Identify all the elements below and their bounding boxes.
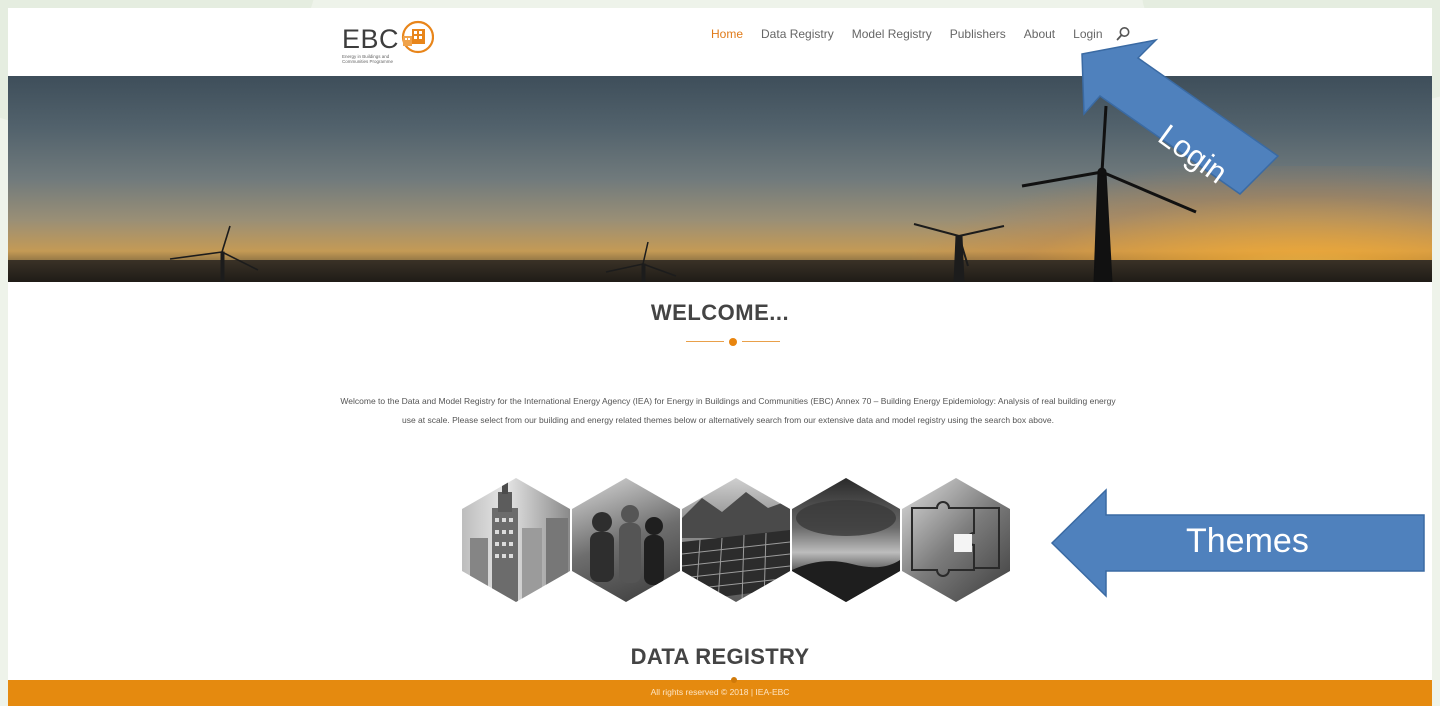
logo-wordmark: EBC [342,24,400,54]
storm-cloud-icon [792,500,900,602]
wind-turbine [169,225,259,282]
themes-gallery [462,478,1062,602]
building-logo-icon [401,20,434,54]
puzzle-icon [911,501,1000,577]
theme-buildings[interactable] [462,478,570,602]
welcome-text: Welcome to the Data and Model Registry f… [340,396,1116,425]
login-annotation-arrow: Login [1066,36,1286,196]
theme-solar[interactable] [682,478,790,602]
wind-turbine [605,241,677,282]
themes-annotation-arrow: Themes [1050,488,1430,598]
footer-copyright: All rights reserved © 2018 | IEA-EBC [650,687,790,697]
logo-subtitle: Energy in Buildings and Communities Prog… [342,54,394,64]
ebc-logo[interactable]: EBC Energy in Buildings and Communities … [342,20,452,72]
city-skyline-icon [470,482,568,602]
themes-annotation-label: Themes [1186,522,1309,560]
solar-panel-icon [682,492,790,602]
welcome-heading: WELCOME... [650,300,790,325]
data-registry-heading: DATA REGISTRY [630,644,810,669]
nav-data-registry[interactable]: Data Registry [761,27,834,41]
wind-turbine [913,223,1005,282]
crowd-icon [590,505,664,585]
nav-about[interactable]: About [1024,27,1055,41]
theme-puzzle[interactable] [902,478,1010,602]
theme-climate[interactable] [792,478,900,602]
nav-home[interactable]: Home [711,27,743,41]
nav-publishers[interactable]: Publishers [950,27,1006,41]
theme-people[interactable] [572,478,680,602]
nav-model-registry[interactable]: Model Registry [852,27,932,41]
footer-divider-dot [731,677,737,683]
site-footer: All rights reserved © 2018 | IEA-EBC [8,677,1432,706]
title-divider [686,338,782,346]
